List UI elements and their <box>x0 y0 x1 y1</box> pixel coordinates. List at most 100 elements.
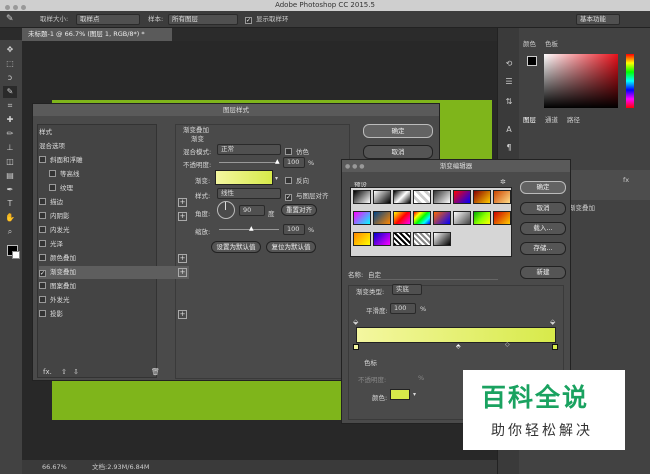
paragraph-icon[interactable]: ¶ <box>502 142 516 154</box>
style-item[interactable]: 内阴影 + <box>39 210 189 223</box>
style-item[interactable]: 图案叠加 <box>39 280 189 293</box>
add-style-icon[interactable]: + <box>178 212 187 221</box>
opacity-slider[interactable] <box>219 162 279 163</box>
style-item-checkbox[interactable] <box>39 254 46 261</box>
eyedropper-icon[interactable]: ✎ <box>6 15 14 24</box>
tab-channels[interactable]: 通道 <box>545 114 558 124</box>
gradient-tool-icon[interactable]: ▤ <box>3 170 17 182</box>
gradient-preview[interactable] <box>215 170 273 185</box>
gradient-preset-swatch[interactable] <box>473 211 491 225</box>
scale-input[interactable]: 100 <box>283 224 305 235</box>
gradient-preset-swatch[interactable] <box>393 211 411 225</box>
align-checkbox[interactable]: ✓ 与图层对齐 <box>285 190 329 201</box>
trash-icon[interactable]: 🗑 <box>151 368 160 376</box>
reset-default-button[interactable]: 复位为默认值 <box>266 241 316 253</box>
add-style-icon[interactable]: + <box>178 198 187 207</box>
style-item[interactable]: 投影 + <box>39 308 189 321</box>
gradient-preset-swatch[interactable] <box>433 190 451 204</box>
add-style-icon[interactable]: + <box>178 268 187 277</box>
set-default-button[interactable]: 设置为默认值 <box>211 241 261 253</box>
adjust-icon[interactable]: ⇅ <box>502 96 516 108</box>
document-tab[interactable]: 未标题-1 @ 66.7% (图层 1, RGB/8*) * <box>22 28 172 41</box>
angle-dial[interactable] <box>217 201 235 219</box>
style-item-checkbox[interactable] <box>49 170 56 177</box>
gradient-preset-swatch[interactable] <box>453 190 471 204</box>
style-item[interactable]: 描边 + <box>39 196 189 209</box>
properties-icon[interactable]: ☰ <box>502 76 516 88</box>
style-item-checkbox[interactable] <box>39 240 46 247</box>
background-color-swatch[interactable] <box>12 251 20 259</box>
crop-tool-icon[interactable]: ⌗ <box>3 100 17 112</box>
gradient-preset-swatch[interactable] <box>393 232 411 246</box>
stop-color-dropdown-icon[interactable]: ▾ <box>413 391 416 398</box>
presets-gear-icon[interactable]: ✲ <box>500 178 506 186</box>
sample-size-select[interactable]: 取样点 <box>76 14 140 25</box>
gradient-preset-swatch[interactable] <box>413 211 431 225</box>
gradient-ok-button[interactable]: 确定 <box>520 181 566 194</box>
gradient-preset-swatch[interactable] <box>433 232 451 246</box>
style-item-checkbox[interactable] <box>39 156 46 163</box>
gradient-dropdown-icon[interactable]: ▾ <box>275 175 278 182</box>
style-item[interactable]: 光泽 <box>39 238 189 251</box>
gradient-preset-swatch[interactable] <box>373 211 391 225</box>
sample-select[interactable]: 所有图层 <box>168 14 238 25</box>
gradient-new-button[interactable]: 新建 <box>520 266 566 279</box>
workspace-select[interactable]: 基本功能 <box>576 14 620 25</box>
gradient-preset-swatch[interactable] <box>433 211 451 225</box>
opacity-stop-right[interactable]: ⬙ <box>550 318 555 326</box>
layer-style-ok-button[interactable]: 确定 <box>363 124 433 138</box>
style-item-checkbox[interactable] <box>39 310 46 317</box>
hand-tool-icon[interactable]: ✋ <box>3 212 17 224</box>
angle-input[interactable]: 90 <box>239 205 265 216</box>
gradient-preset-swatch[interactable] <box>373 232 391 246</box>
style-item[interactable]: 颜色叠加 + <box>39 252 189 265</box>
gradient-preset-swatch[interactable] <box>493 211 511 225</box>
pen-tool-icon[interactable]: ✒ <box>3 184 17 196</box>
gradient-preset-swatch[interactable] <box>353 190 371 204</box>
eyedropper-tool-icon[interactable]: ✎ <box>3 86 17 98</box>
style-item-checkbox[interactable] <box>39 212 46 219</box>
reset-align-button[interactable]: 重置对齐 <box>281 204 317 216</box>
smoothness-input[interactable]: 100 <box>390 303 416 314</box>
opacity-slider-thumb[interactable]: ▲ <box>275 158 280 165</box>
tab-paths[interactable]: 路径 <box>567 114 580 124</box>
gradient-preset-swatch[interactable] <box>473 190 491 204</box>
style-item-checkbox[interactable] <box>39 198 46 205</box>
gradient-preset-swatch[interactable] <box>353 211 371 225</box>
gradient-type-select[interactable]: 实底 <box>392 284 422 295</box>
gradient-cancel-button[interactable]: 取消 <box>520 202 566 215</box>
panel-foreground-swatch[interactable] <box>527 56 537 66</box>
hue-slider[interactable] <box>626 54 634 108</box>
style-item[interactable]: ✓ 渐变叠加 + <box>39 266 189 279</box>
style-item-checkbox[interactable] <box>39 282 46 289</box>
gradient-preset-swatch[interactable] <box>373 190 391 204</box>
stamp-tool-icon[interactable]: ⊥ <box>3 142 17 154</box>
gradient-preset-swatch[interactable] <box>493 190 511 204</box>
layer-style-cancel-button[interactable]: 取消 <box>363 145 433 159</box>
gradient-preset-swatch[interactable] <box>413 232 431 246</box>
brush-tool-icon[interactable]: ✏ <box>3 128 17 140</box>
color-midpoint[interactable]: ⬘ <box>456 343 461 350</box>
lasso-tool-icon[interactable]: ↄ <box>3 72 17 84</box>
tab-color[interactable]: 颜色 <box>523 38 536 48</box>
opacity-stop-left[interactable]: ⬙ <box>353 318 358 326</box>
color-midpoint-diamond[interactable]: ◇ <box>505 341 510 348</box>
color-stop-left[interactable] <box>353 344 359 350</box>
move-up-icon[interactable]: ⇧ <box>61 368 67 376</box>
style-item[interactable]: 外发光 <box>39 294 189 307</box>
blend-options-item[interactable]: 混合选项 <box>39 140 189 153</box>
marquee-tool-icon[interactable]: ⬚ <box>3 58 17 70</box>
style-item[interactable]: 等高线 <box>49 168 199 181</box>
dialog-close-dots[interactable]: ● ● ● <box>345 163 365 170</box>
move-down-icon[interactable]: ⇩ <box>73 368 79 376</box>
tab-swatches[interactable]: 色板 <box>545 38 558 48</box>
gradient-save-button[interactable]: 存储... <box>520 242 566 255</box>
healing-tool-icon[interactable]: ✚ <box>3 114 17 126</box>
opacity-input[interactable]: 100 <box>283 157 305 168</box>
scale-slider-thumb[interactable]: ▲ <box>249 225 254 232</box>
style-item-checkbox[interactable] <box>39 296 46 303</box>
style-item[interactable]: 斜面和浮雕 <box>39 154 189 167</box>
gradient-bar[interactable] <box>356 327 556 343</box>
eraser-tool-icon[interactable]: ◫ <box>3 156 17 168</box>
color-stop-right[interactable] <box>552 344 558 350</box>
